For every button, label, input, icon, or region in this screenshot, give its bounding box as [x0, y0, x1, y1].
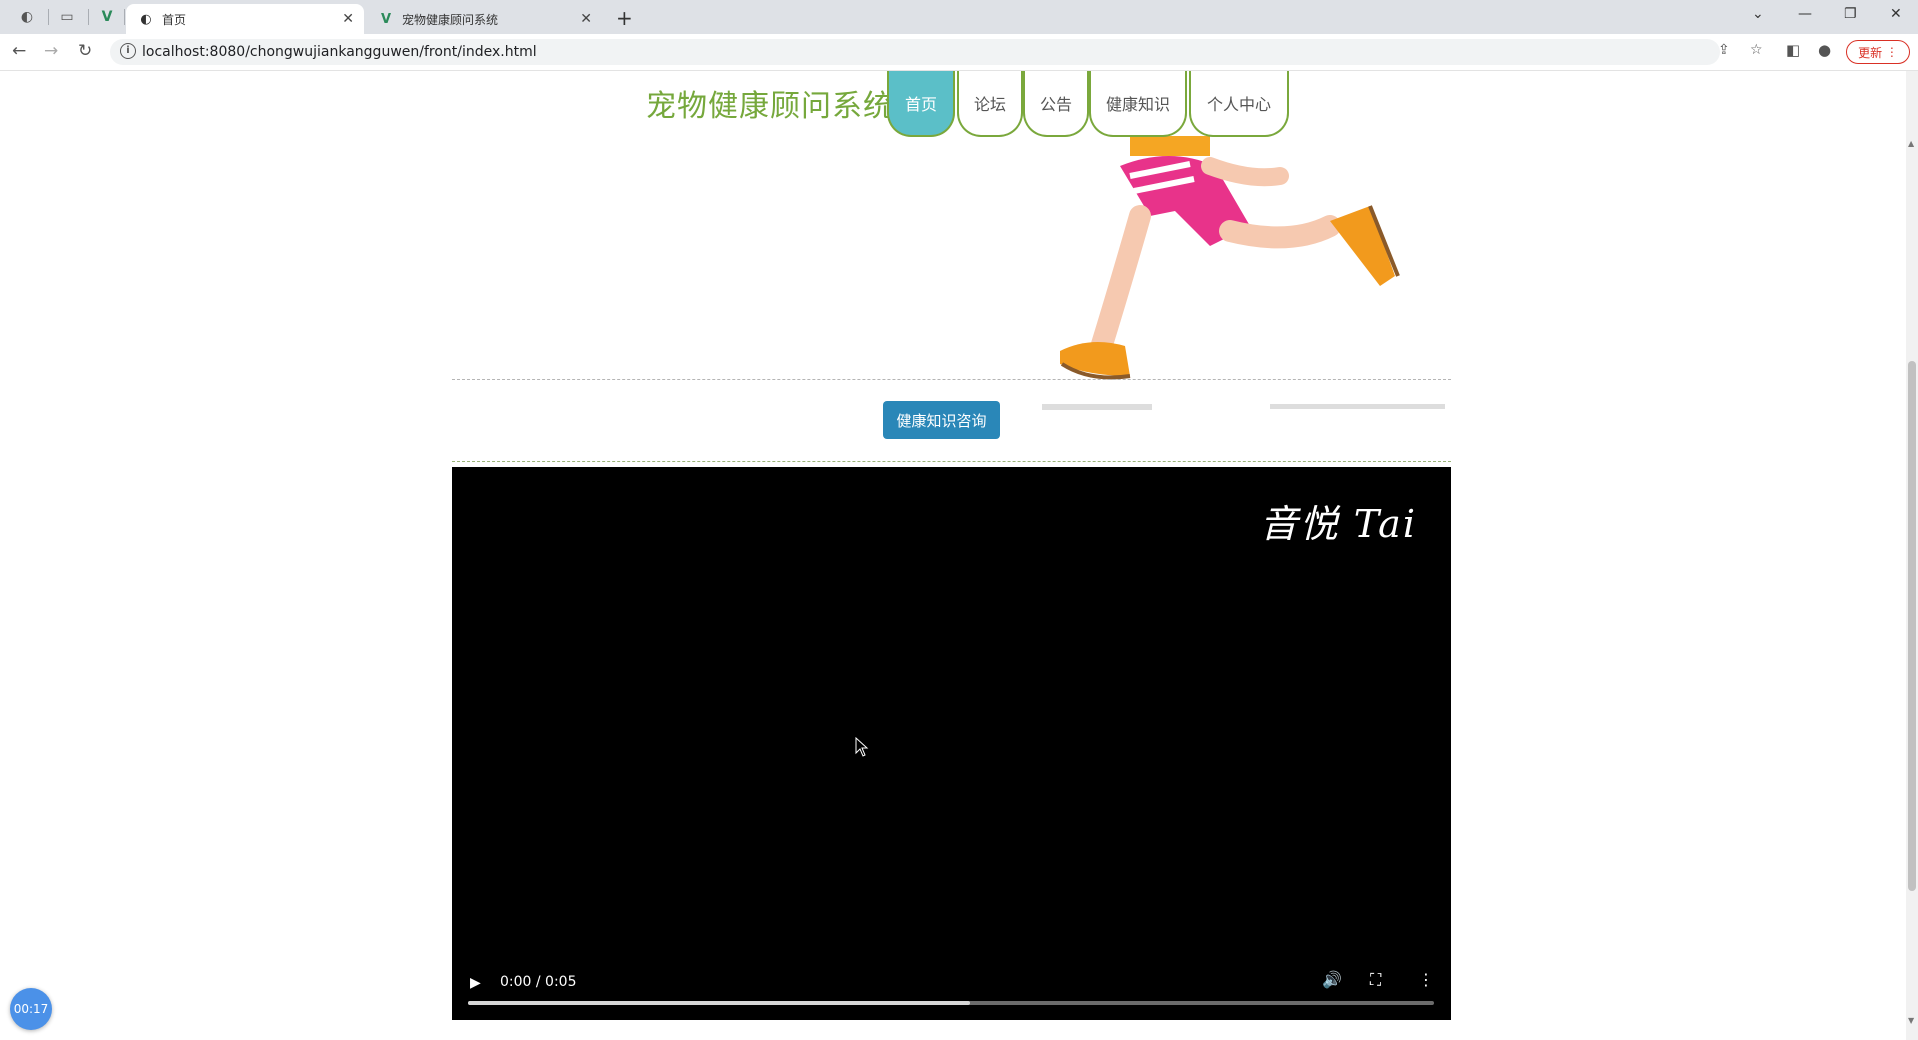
site-title: 宠物健康顾问系统 — [646, 89, 894, 124]
pinned-tab-globe-icon[interactable]: ◐ — [10, 4, 44, 30]
pinned-tab-blank-icon[interactable]: ▭ — [50, 4, 84, 30]
nav-label: 个人中心 — [1206, 95, 1271, 114]
tab-home[interactable]: ◐ 首页 ✕ — [126, 4, 364, 34]
close-icon[interactable]: ✕ — [580, 11, 592, 27]
page-viewport: 宠物健康顾问系统 首页 论坛 公告 健康知识 个人中心 健康知识咨询 音悦 Ta… — [0, 71, 1906, 1040]
share-icon[interactable]: ⇪ — [1718, 42, 1730, 58]
globe-icon: ◐ — [140, 11, 152, 27]
tab-separator — [88, 9, 89, 25]
section-divider — [452, 379, 1451, 380]
page-scrollbar[interactable]: ▲ ▼ — [1906, 71, 1918, 1040]
banner-runner-image — [1042, 136, 1445, 410]
profile-avatar-icon[interactable]: ● — [1818, 41, 1831, 59]
tab-pet-system[interactable]: V 宠物健康顾问系统 ✕ — [366, 4, 602, 34]
nav-label: 首页 — [904, 95, 937, 114]
video-time: 0:00 / 0:05 — [500, 974, 577, 990]
side-panel-icon[interactable]: ◧ — [1786, 41, 1800, 59]
recording-timer-badge[interactable]: 00:17 — [10, 988, 52, 1030]
close-icon[interactable]: ✕ — [342, 11, 354, 27]
play-icon[interactable]: ▶ — [470, 975, 481, 991]
scroll-up-arrow-icon[interactable]: ▲ — [1908, 139, 1914, 148]
nav-health-knowledge[interactable]: 健康知识 — [1089, 71, 1187, 137]
video-progress-bar[interactable] — [468, 1001, 1434, 1005]
scrollbar-thumb[interactable] — [1908, 361, 1916, 891]
nav-forum[interactable]: 论坛 — [957, 71, 1023, 137]
scroll-down-arrow-icon[interactable]: ▼ — [1908, 1016, 1914, 1025]
mouse-cursor-icon — [855, 737, 869, 757]
url-text[interactable]: localhost:8080/chongwujiankangguwen/fron… — [142, 44, 537, 60]
fullscreen-icon[interactable]: ⛶ — [1370, 970, 1381, 990]
update-button[interactable]: 更新 ⋮ — [1846, 40, 1910, 64]
nav-label: 健康知识 — [1105, 95, 1170, 114]
tab-search-chevron-icon[interactable]: ⌄ — [1752, 6, 1764, 22]
tab-title: 宠物健康顾问系统 — [402, 12, 499, 27]
minimize-icon[interactable]: — — [1798, 6, 1812, 22]
nav-label: 论坛 — [973, 95, 1006, 114]
nav-home[interactable]: 首页 — [887, 71, 955, 137]
nav-personal-center[interactable]: 个人中心 — [1189, 71, 1289, 137]
address-toolbar: ← → ↻ i localhost:8080/chongwujiankanggu… — [0, 34, 1918, 71]
browser-tab-strip: ◐ ▭ V ◐ 首页 ✕ V 宠物健康顾问系统 ✕ + ⌄ — ❐ ✕ — [0, 0, 1918, 34]
forward-icon[interactable]: → — [44, 41, 58, 61]
consult-label: 健康知识咨询 — [896, 411, 987, 430]
video-watermark: 音悦 Tai — [1259, 502, 1417, 546]
video-player[interactable]: 音悦 Tai ▶ 0:00 / 0:05 🔊 ⛶ ⋮ — [452, 467, 1451, 1020]
more-options-icon[interactable]: ⋮ — [1418, 970, 1434, 989]
nav-announcement[interactable]: 公告 — [1023, 71, 1089, 137]
update-label: 更新 — [1858, 45, 1883, 60]
tab-separator — [48, 9, 49, 25]
new-tab-plus-icon[interactable]: + — [616, 6, 633, 30]
omnibox[interactable]: i localhost:8080/chongwujiankangguwen/fr… — [110, 39, 1763, 65]
section-divider — [452, 461, 1451, 462]
health-consult-button[interactable]: 健康知识咨询 — [883, 401, 1000, 439]
pinned-tab-vue-icon[interactable]: V — [90, 4, 124, 30]
video-buffered-bar — [468, 1001, 971, 1005]
tab-separator — [124, 9, 125, 25]
tab-title: 首页 — [162, 12, 187, 27]
close-window-icon[interactable]: ✕ — [1890, 6, 1902, 22]
back-icon[interactable]: ← — [12, 41, 26, 61]
site-info-icon[interactable]: i — [120, 43, 136, 59]
reload-icon[interactable]: ↻ — [78, 41, 92, 61]
restore-icon[interactable]: ❐ — [1844, 6, 1857, 22]
bookmark-star-icon[interactable]: ☆ — [1750, 42, 1763, 58]
vue-icon: V — [380, 11, 392, 27]
volume-icon[interactable]: 🔊 — [1322, 970, 1342, 989]
nav-label: 公告 — [1039, 95, 1072, 114]
